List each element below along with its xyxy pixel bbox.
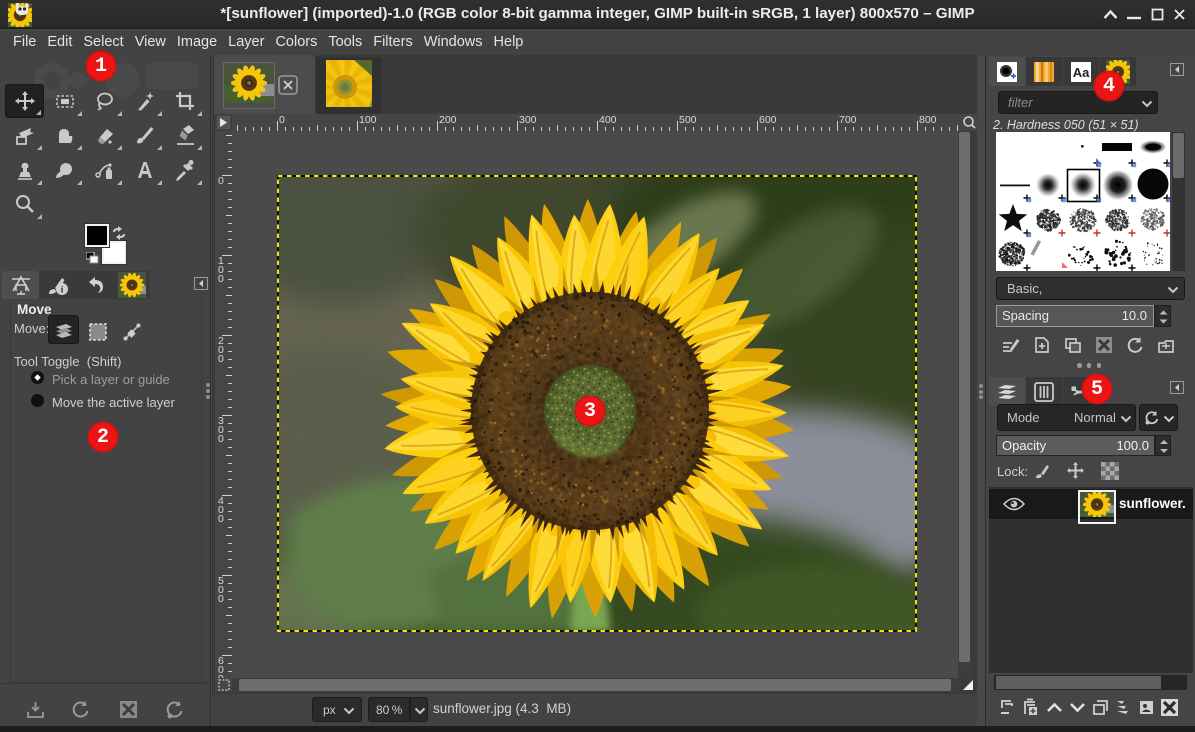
svg-text:Aa: Aa [1073, 65, 1090, 80]
